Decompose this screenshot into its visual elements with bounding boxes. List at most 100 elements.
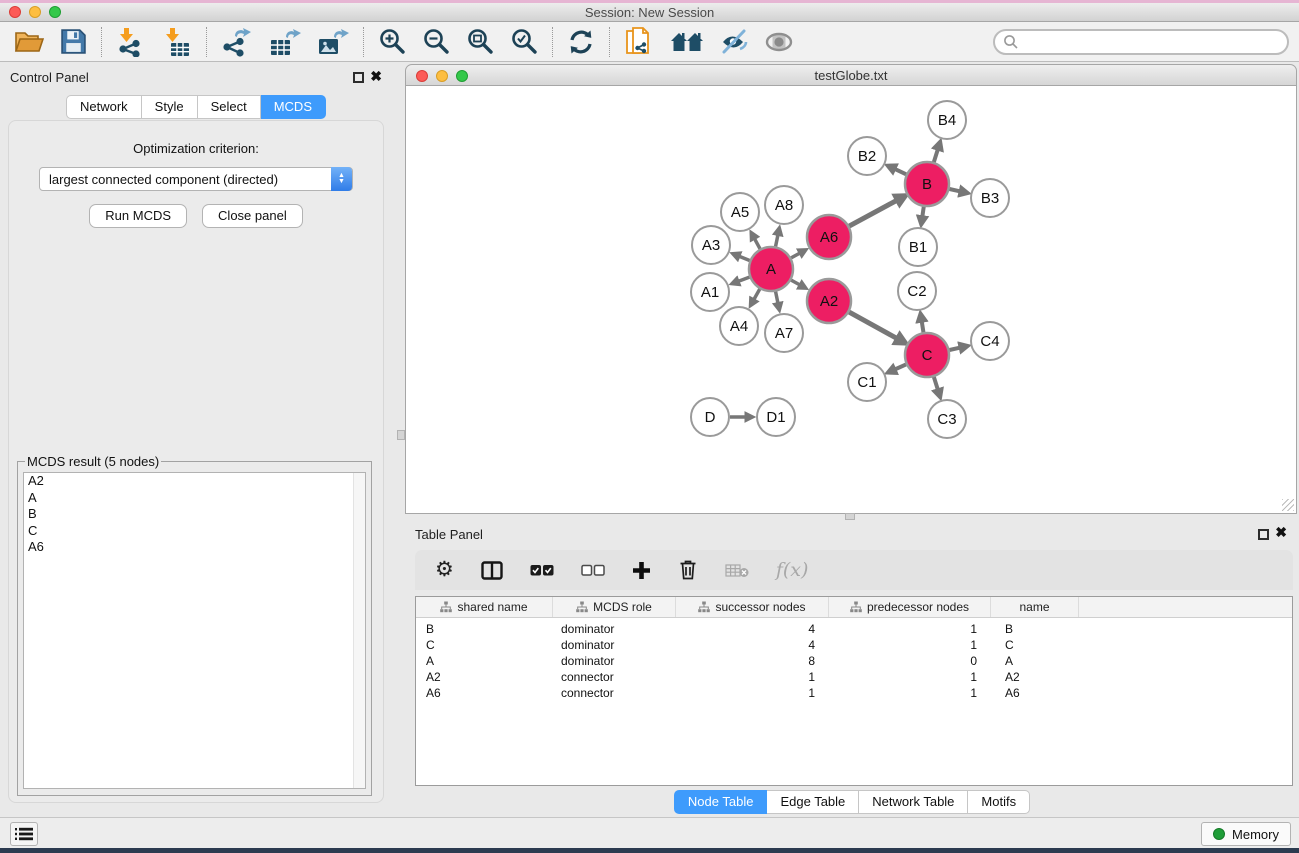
- graph-node-label: A6: [820, 229, 838, 246]
- graph-edge-A-A1[interactable]: [736, 277, 749, 282]
- graph-edge-A2-C[interactable]: [849, 312, 900, 340]
- graph-edge-A6-B[interactable]: [849, 199, 900, 226]
- graph-edge-A-A6[interactable]: [791, 252, 802, 258]
- table-row[interactable]: Adominator80A: [416, 653, 1292, 669]
- table-cell: 8: [676, 653, 829, 669]
- search-input[interactable]: [1019, 32, 1287, 52]
- mcds-result-list[interactable]: A2ABCA6: [23, 472, 366, 789]
- home-icon[interactable]: [670, 29, 704, 55]
- network-window-titlebar[interactable]: testGlobe.txt: [405, 64, 1297, 86]
- app-title: Session: New Session: [0, 5, 1299, 20]
- list-icon: [15, 827, 33, 841]
- graph-edge-B-B3[interactable]: [949, 189, 962, 192]
- control-panel-tabs: Network Style Select MCDS: [0, 95, 392, 119]
- graph-edge-C-C2[interactable]: [921, 319, 923, 333]
- table-row[interactable]: Bdominator41B: [416, 621, 1292, 637]
- resize-grip-icon[interactable]: [1282, 499, 1294, 511]
- task-history-button[interactable]: [10, 822, 38, 846]
- graph-edge-B-B1[interactable]: [922, 207, 924, 220]
- column-header-shared-name[interactable]: shared name: [416, 597, 553, 617]
- table-cell: 1: [829, 621, 991, 637]
- import-table-icon[interactable]: [162, 27, 192, 57]
- close-table-panel-icon[interactable]: ✖: [1275, 524, 1287, 541]
- tab-network-table[interactable]: Network Table: [859, 790, 968, 814]
- float-panel-icon[interactable]: [353, 72, 364, 83]
- right-area: testGlobe.txt B4B2BB3A8A5A6A3B1AA1C2A2A4…: [405, 62, 1299, 817]
- graph-edge-A-A4[interactable]: [753, 289, 760, 302]
- table-cell: connector: [553, 685, 676, 701]
- network-graph[interactable]: B4B2BB3A8A5A6A3B1AA1C2A2A4A7C4CC1C3DD1: [406, 86, 1297, 513]
- graph-edge-C-C4[interactable]: [949, 347, 962, 350]
- float-table-panel-icon[interactable]: [1258, 529, 1269, 540]
- graph-edge-A-A8[interactable]: [776, 232, 779, 246]
- export-image-icon[interactable]: [317, 27, 349, 57]
- tab-edge-table[interactable]: Edge Table: [767, 790, 859, 814]
- export-network-icon[interactable]: [221, 27, 253, 57]
- tab-style[interactable]: Style: [142, 95, 198, 119]
- control-panel-title: Control Panel: [10, 70, 89, 85]
- run-mcds-button[interactable]: Run MCDS: [89, 204, 187, 228]
- import-network-icon[interactable]: [116, 27, 146, 57]
- attribute-type-icon: [698, 601, 710, 613]
- mcds-result-item[interactable]: A6: [24, 539, 365, 556]
- graph-edge-A-A2[interactable]: [791, 280, 802, 286]
- delete-column-trash-icon[interactable]: [678, 559, 698, 581]
- close-panel-icon[interactable]: ✖: [370, 68, 382, 85]
- graph-node-label: B1: [909, 239, 927, 256]
- export-table-icon[interactable]: [269, 27, 301, 57]
- table-cell: dominator: [553, 653, 676, 669]
- graph-edge-A-A7[interactable]: [776, 292, 779, 306]
- clone-network-icon[interactable]: [624, 26, 654, 58]
- deselect-all-icon[interactable]: [581, 564, 605, 577]
- graph-edge-B-B2[interactable]: [892, 168, 906, 174]
- zoom-selected-icon[interactable]: [510, 28, 538, 56]
- zoom-out-icon[interactable]: [422, 28, 450, 56]
- table-panel-title: Table Panel: [415, 527, 483, 542]
- add-column-icon[interactable]: [632, 561, 651, 580]
- criterion-select[interactable]: largest connected component (directed) ▲…: [39, 167, 353, 191]
- mcds-result-item[interactable]: B: [24, 506, 365, 523]
- column-header-mcds-role[interactable]: MCDS role: [553, 597, 676, 617]
- show-columns-icon[interactable]: [481, 561, 503, 580]
- table-row[interactable]: A2connector11A2: [416, 669, 1292, 685]
- table-row[interactable]: A6connector11A6: [416, 685, 1292, 701]
- graph-edge-A-A5[interactable]: [753, 237, 760, 249]
- horizontal-splitter-handle[interactable]: [845, 513, 855, 520]
- hide-graphics-details-icon[interactable]: [720, 28, 748, 56]
- save-session-icon[interactable]: [60, 28, 87, 55]
- table-row[interactable]: Cdominator41C: [416, 637, 1292, 653]
- show-graphics-details-icon[interactable]: [764, 30, 794, 54]
- scrollbar-track[interactable]: [353, 473, 365, 788]
- graph-edge-C-C1[interactable]: [893, 364, 906, 370]
- tab-select[interactable]: Select: [198, 95, 261, 119]
- table-tabs: Node Table Edge Table Network Table Moti…: [405, 790, 1299, 814]
- graph-edge-B-B4[interactable]: [934, 147, 939, 162]
- mcds-result-item[interactable]: C: [24, 523, 365, 540]
- tab-node-table[interactable]: Node Table: [674, 790, 768, 814]
- close-panel-button[interactable]: Close panel: [202, 204, 303, 228]
- graph-edge-C-C3[interactable]: [934, 377, 939, 392]
- tab-network[interactable]: Network: [66, 95, 142, 119]
- column-header-predecessor-nodes[interactable]: predecessor nodes: [829, 597, 991, 617]
- zoom-fit-icon[interactable]: [466, 28, 494, 56]
- table-cell: B: [416, 621, 553, 637]
- column-header-successor-nodes[interactable]: successor nodes: [676, 597, 829, 617]
- tab-mcds[interactable]: MCDS: [261, 95, 326, 119]
- graph-node-label: A: [766, 261, 776, 278]
- table-header-row: shared name MCDS role successor nodes pr…: [416, 597, 1292, 618]
- table-cell: A2: [991, 669, 1079, 685]
- graph-node-label: C: [922, 347, 933, 364]
- apply-layout-icon[interactable]: [567, 28, 595, 56]
- graph-edge-A-A3[interactable]: [737, 255, 750, 260]
- mcds-result-item[interactable]: A2: [24, 473, 365, 490]
- open-session-icon[interactable]: [14, 28, 44, 55]
- zoom-in-icon[interactable]: [378, 28, 406, 56]
- mcds-result-item[interactable]: A: [24, 490, 365, 507]
- tab-motifs[interactable]: Motifs: [968, 790, 1030, 814]
- memory-button[interactable]: Memory: [1201, 822, 1291, 846]
- table-settings-gear-icon[interactable]: ⚙: [435, 560, 454, 580]
- column-header-name[interactable]: name: [991, 597, 1079, 617]
- vertical-splitter-handle[interactable]: [397, 430, 405, 440]
- select-all-icon[interactable]: [530, 564, 554, 577]
- network-canvas[interactable]: B4B2BB3A8A5A6A3B1AA1C2A2A4A7C4CC1C3DD1: [405, 86, 1297, 514]
